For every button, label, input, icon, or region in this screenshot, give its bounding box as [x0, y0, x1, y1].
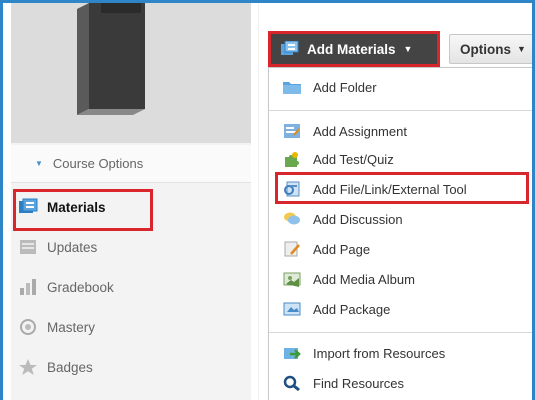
discussion-icon — [283, 211, 301, 227]
updates-icon — [17, 237, 39, 257]
puzzle-icon — [283, 151, 301, 167]
menu-item-add-discussion[interactable]: Add Discussion — [269, 204, 532, 234]
menu-item-label: Add Assignment — [313, 123, 407, 139]
course-options-toggle[interactable]: ▼ Course Options — [11, 145, 251, 183]
menu-item-label: Add Test/Quiz — [313, 151, 394, 167]
sidebar-item-gradebook[interactable]: Gradebook — [11, 267, 251, 307]
highlight-box-add-file-link — [275, 172, 529, 204]
add-materials-button[interactable]: Add Materials ▼ — [268, 31, 440, 67]
menu-item-add-folder[interactable]: Add Folder — [269, 72, 532, 102]
materials-toolbar: Add Materials ▼ Options ▼ — [268, 31, 532, 67]
mastery-icon — [17, 317, 39, 337]
caret-down-icon: ▼ — [517, 44, 526, 54]
caret-down-icon: ▼ — [403, 44, 413, 54]
add-materials-menu: Add Folder Add Assignment Add Test/Quiz … — [268, 67, 532, 400]
course-cover — [11, 3, 251, 143]
menu-item-label: Add Media Album — [313, 271, 415, 287]
sidebar-item-badges[interactable]: Badges — [11, 347, 251, 387]
search-icon — [283, 375, 301, 391]
caret-down-icon: ▼ — [35, 159, 43, 168]
menu-item-find-resources[interactable]: Find Resources — [269, 368, 532, 398]
highlight-box-materials — [13, 189, 153, 231]
assignment-icon — [283, 123, 301, 139]
menu-item-label: Add Package — [313, 301, 391, 317]
sidebar-item-updates[interactable]: Updates — [11, 227, 251, 267]
menu-item-label: Add Discussion — [313, 211, 403, 227]
menu-item-label: Find Resources — [313, 375, 405, 391]
add-materials-icon — [281, 41, 299, 55]
options-label: Options — [460, 41, 511, 57]
media-album-icon — [283, 271, 301, 287]
page-icon — [283, 241, 301, 257]
column-divider — [258, 3, 259, 400]
sidebar-item-label: Badges — [47, 359, 93, 375]
gradebook-icon — [17, 277, 39, 297]
sidebar-item-mastery[interactable]: Mastery — [11, 307, 251, 347]
menu-item-label: Add Page — [313, 241, 371, 257]
book-icon — [77, 3, 145, 115]
menu-item-import-from-resources[interactable]: Import from Resources — [269, 338, 532, 368]
menu-item-add-package[interactable]: Add Package — [269, 294, 532, 324]
folder-icon — [283, 79, 301, 95]
menu-item-add-page[interactable]: Add Page — [269, 234, 532, 264]
menu-item-label: Import from Resources — [313, 345, 446, 361]
course-options-label: Course Options — [52, 156, 144, 171]
sidebar-item-label: Updates — [47, 239, 98, 255]
menu-separator — [269, 332, 532, 333]
options-button[interactable]: Options ▼ — [449, 34, 532, 64]
menu-item-add-assignment[interactable]: Add Assignment — [269, 116, 532, 146]
menu-item-label: Add Folder — [313, 79, 377, 95]
package-icon — [283, 301, 301, 317]
sidebar-item-label: Mastery — [47, 319, 96, 335]
import-icon — [283, 345, 301, 361]
sidebar-item-label: Gradebook — [47, 279, 114, 295]
add-materials-label: Add Materials — [307, 41, 396, 57]
menu-separator — [269, 110, 532, 111]
screenshot-frame: ▼ Course Options Materials Updates Grade… — [0, 0, 535, 400]
badges-icon — [17, 357, 39, 377]
menu-item-add-test-quiz[interactable]: Add Test/Quiz — [269, 144, 532, 174]
menu-item-add-media-album[interactable]: Add Media Album — [269, 264, 532, 294]
